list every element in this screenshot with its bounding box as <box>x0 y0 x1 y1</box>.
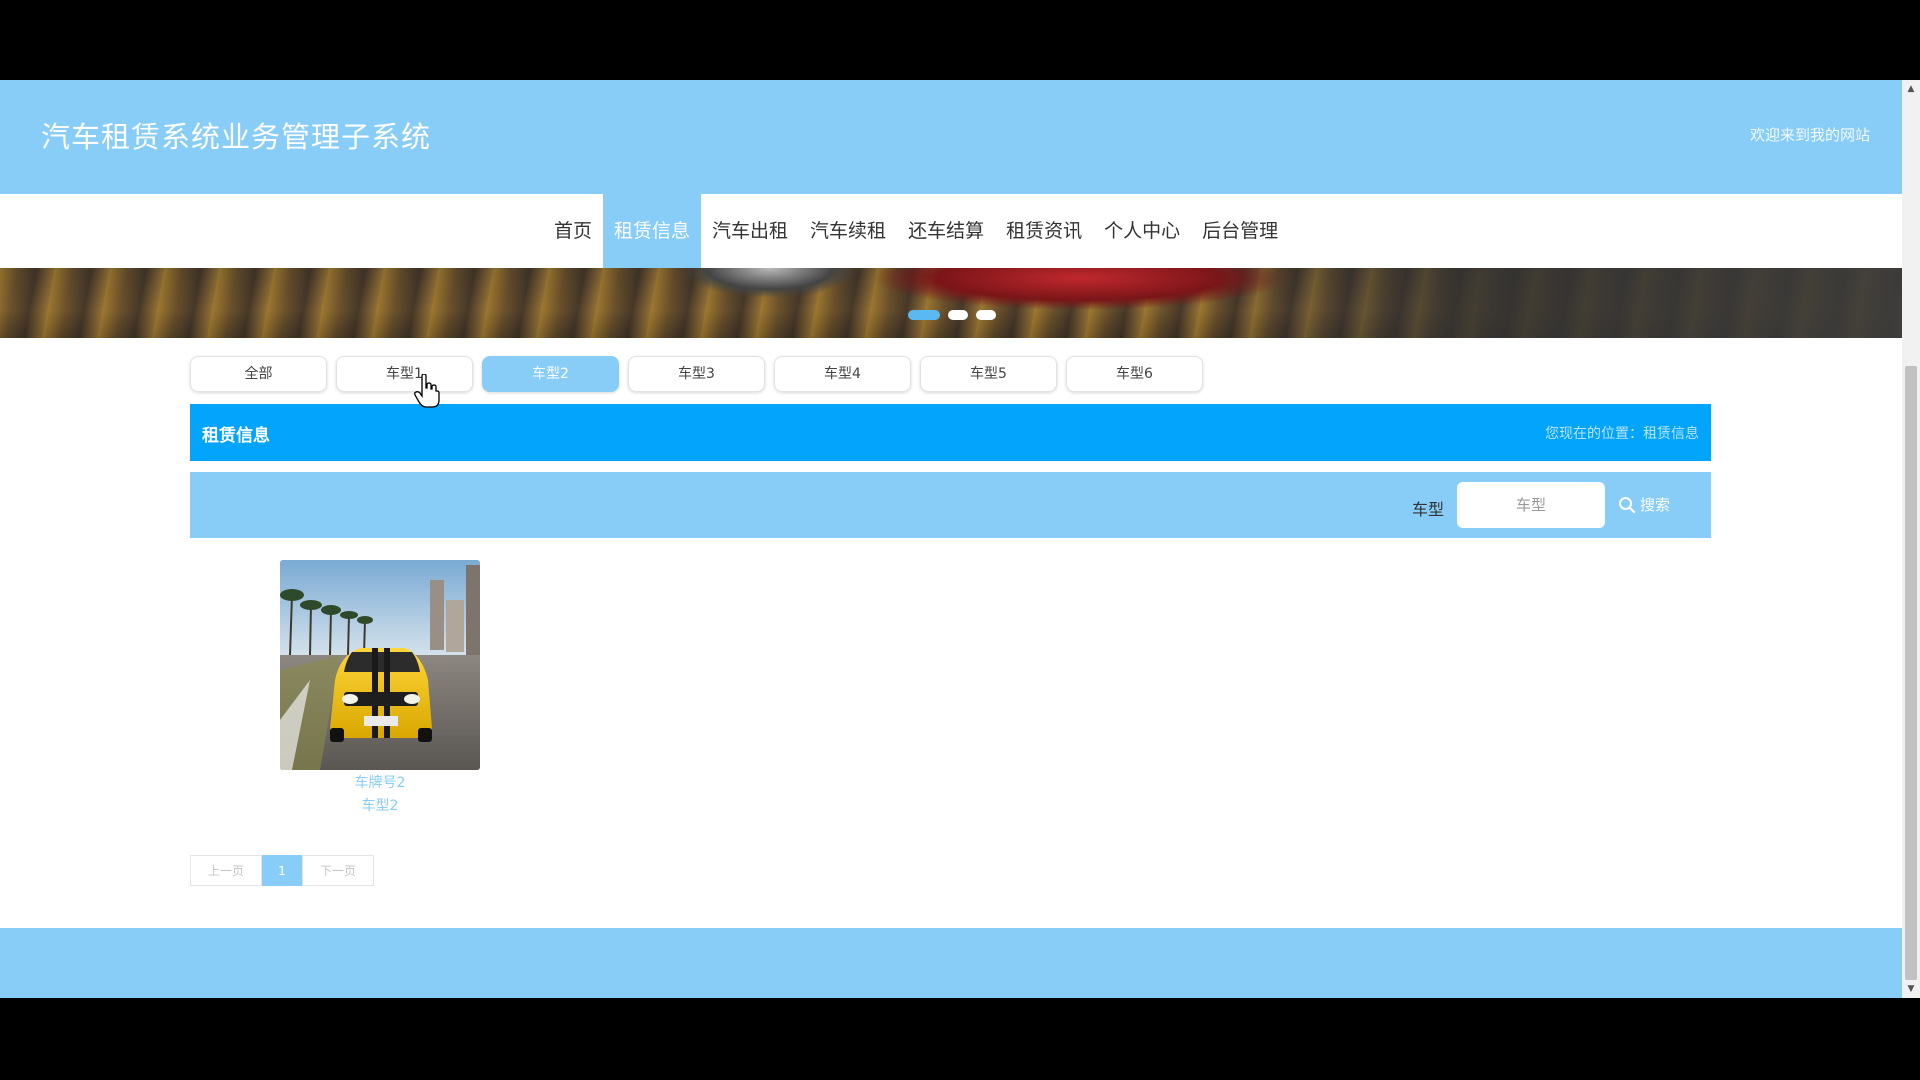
section-header: 租赁信息 您现在的位置：租赁信息 <box>190 404 1711 461</box>
nav-item-personal-center[interactable]: 个人中心 <box>1093 194 1191 268</box>
pagination: 上一页 1 下一页 <box>190 855 374 886</box>
site-title: 汽车租赁系统业务管理子系统 <box>41 120 432 154</box>
banner-carousel[interactable] <box>0 268 1902 338</box>
search-bar: 车型 搜索 <box>190 472 1711 538</box>
car-model[interactable]: 车型2 <box>280 797 480 815</box>
next-page-button[interactable]: 下一页 <box>302 855 374 886</box>
category-tab-model1[interactable]: 车型1 <box>336 356 473 392</box>
page-number-button[interactable]: 1 <box>262 855 302 886</box>
search-icon <box>1619 496 1636 513</box>
section-title: 租赁信息 <box>202 426 270 446</box>
nav-item-rental-renewal[interactable]: 汽车续租 <box>799 194 897 268</box>
site-header: 汽车租赁系统业务管理子系统 欢迎来到我的网站 <box>0 80 1902 194</box>
search-input[interactable] <box>1457 482 1605 528</box>
category-tab-all[interactable]: 全部 <box>190 356 327 392</box>
nav-item-car-rental[interactable]: 汽车出租 <box>701 194 799 268</box>
carousel-dot-1[interactable] <box>908 310 940 320</box>
scroll-up-arrow-icon[interactable]: ▲ <box>1902 80 1920 98</box>
banner-shade <box>1202 268 1902 338</box>
car-plate[interactable]: 车牌号2 <box>280 770 480 797</box>
category-tab-model4[interactable]: 车型4 <box>774 356 911 392</box>
category-tab-model5[interactable]: 车型5 <box>920 356 1057 392</box>
breadcrumb: 您现在的位置：租赁信息 <box>1545 426 1699 442</box>
category-tabs: 全部 车型1 车型2 车型3 车型4 车型5 车型6 <box>190 356 1203 392</box>
hand-pointer-cursor-icon <box>414 374 440 408</box>
car-image[interactable] <box>280 560 480 770</box>
nav-list: 首页 租赁信息 汽车出租 汽车续租 还车结算 租赁资讯 个人中心 后台管理 <box>543 194 1289 268</box>
yellow-sports-car-image <box>280 560 480 770</box>
prev-page-button[interactable]: 上一页 <box>190 855 262 886</box>
car-card[interactable]: 车牌号2 车型2 <box>280 560 480 815</box>
scrollbar-thumb[interactable] <box>1905 366 1917 980</box>
nav-item-return-settlement[interactable]: 还车结算 <box>897 194 995 268</box>
category-tab-model6[interactable]: 车型6 <box>1066 356 1203 392</box>
page: 汽车租赁系统业务管理子系统 欢迎来到我的网站 首页 租赁信息 汽车出租 汽车续租… <box>0 80 1902 998</box>
vertical-scrollbar[interactable]: ▲ ▼ <box>1902 80 1920 998</box>
nav-item-admin[interactable]: 后台管理 <box>1191 194 1289 268</box>
search-label: 车型 <box>1412 500 1445 519</box>
nav-item-rental-news[interactable]: 租赁资讯 <box>995 194 1093 268</box>
welcome-text: 欢迎来到我的网站 <box>1749 126 1870 144</box>
site-footer <box>0 928 1902 998</box>
main-nav: 首页 租赁信息 汽车出租 汽车续租 还车结算 租赁资讯 个人中心 后台管理 <box>0 194 1902 268</box>
nav-item-home[interactable]: 首页 <box>543 194 603 268</box>
search-button[interactable]: 搜索 <box>1618 494 1670 515</box>
carousel-dot-3[interactable] <box>976 310 996 320</box>
category-tab-model2[interactable]: 车型2 <box>482 356 619 392</box>
nav-item-rental-info[interactable]: 租赁信息 <box>603 194 702 268</box>
carousel-dots <box>908 310 996 320</box>
search-button-label: 搜索 <box>1640 496 1671 514</box>
category-tab-model3[interactable]: 车型3 <box>628 356 765 392</box>
scroll-down-arrow-icon[interactable]: ▼ <box>1902 980 1920 998</box>
carousel-dot-2[interactable] <box>948 310 968 320</box>
browser-viewport: 汽车租赁系统业务管理子系统 欢迎来到我的网站 首页 租赁信息 汽车出租 汽车续租… <box>0 80 1920 998</box>
